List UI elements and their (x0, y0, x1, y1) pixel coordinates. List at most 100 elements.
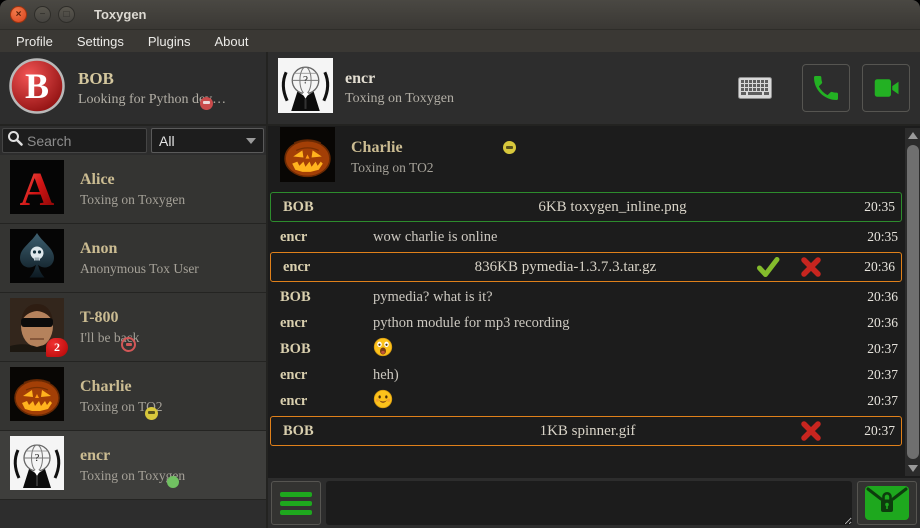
file-name: 1KB spinner.gif (376, 423, 799, 440)
contact-status-message: Toxing on Toxygen (80, 192, 185, 208)
message-sender: BOB (283, 423, 376, 440)
contact-name: encr (80, 447, 185, 465)
file-transfer-row: encr836KB pymedia-1.3.7.3.tar.gz 20:36 (270, 252, 902, 282)
menu-icon (280, 492, 312, 497)
contact-name: Alice (80, 171, 185, 189)
online-status-icon (167, 476, 179, 488)
menu-profile[interactable]: Profile (4, 34, 65, 49)
message-time: 20:36 (852, 315, 898, 331)
message-row: BOBpymedia? what is it?20:36 (268, 284, 904, 310)
message-row: encrpython module for mp3 recording20:36 (268, 310, 904, 336)
message-sender: encr (280, 315, 373, 332)
chat-peer-strip[interactable]: Charlie Toxing on TO2 (268, 126, 920, 188)
message-row: encrheh)20:37 (268, 362, 904, 388)
message-text: pymedia? what is it? (373, 289, 852, 306)
chat-menu-button[interactable] (271, 481, 321, 525)
svg-text:?: ? (303, 74, 308, 86)
video-call-button[interactable] (862, 64, 910, 112)
emoji-smile-icon (373, 389, 852, 414)
contact-row-charlie[interactable]: Charlie Toxing on TO2 (0, 362, 266, 431)
scrollbar-thumb[interactable] (907, 145, 919, 459)
sidebar: All A Alice Toxing on Toxygen Anon Anony… (0, 126, 268, 528)
message-row: encrwow charlie is online20:35 (268, 224, 904, 250)
contact-filter-value: All (159, 133, 175, 149)
menubar: ProfileSettingsPluginsAbout (0, 30, 920, 52)
menu-settings[interactable]: Settings (65, 34, 136, 49)
conversation-avatar: ? (278, 58, 333, 118)
message-sender: encr (280, 393, 373, 410)
message-list: BOB6KB toxygen_inline.png20:35encrwow ch… (268, 188, 920, 478)
self-profile-panel[interactable]: B BOB Looking for Python dev… (0, 52, 268, 124)
message-text: heh) (373, 367, 852, 384)
message-text: wow charlie is online (373, 229, 852, 246)
menu-about[interactable]: About (202, 34, 260, 49)
message-input[interactable] (326, 481, 852, 525)
composer-bar (268, 478, 920, 528)
accept-transfer-button[interactable] (755, 255, 781, 279)
chat-area: Charlie Toxing on TO2 BOB6KB toxygen_inl… (268, 126, 920, 528)
message-text: python module for mp3 recording (373, 315, 852, 332)
contact-name: Charlie (80, 378, 163, 396)
file-transfer-row: BOB6KB toxygen_inline.png20:35 (270, 192, 902, 222)
message-sender: encr (283, 259, 376, 276)
contact-row-alice[interactable]: A Alice Toxing on Toxygen (0, 155, 266, 224)
search-icon (7, 130, 23, 151)
svg-text:A: A (20, 163, 55, 214)
messages-scrollbar[interactable] (905, 128, 920, 476)
self-name: BOB (78, 69, 226, 89)
file-name: 6KB toxygen_inline.png (376, 199, 849, 216)
conversation-status-message: Toxing on Toxygen (345, 91, 454, 107)
contact-avatar: ? (10, 436, 64, 495)
chevron-down-icon (246, 138, 256, 144)
message-time: 20:37 (852, 393, 898, 409)
contact-avatar (10, 367, 64, 426)
contact-filter-dropdown[interactable]: All (151, 128, 264, 153)
message-time: 20:36 (849, 259, 895, 275)
search-box (2, 128, 147, 153)
maximize-button[interactable]: □ (58, 6, 75, 23)
contact-row-encr[interactable]: ? encr Toxing on Toxygen (0, 431, 266, 500)
message-time: 20:35 (852, 229, 898, 245)
decline-transfer-button[interactable] (799, 255, 823, 279)
titlebar[interactable]: × − □ Toxygen (0, 0, 920, 30)
message-sender: encr (280, 367, 373, 384)
unread-count-badge: 2 (46, 338, 68, 357)
minimize-button[interactable]: − (34, 6, 51, 23)
contact-name: Anon (80, 240, 199, 258)
menu-plugins[interactable]: Plugins (136, 34, 203, 49)
svg-text:B: B (25, 66, 49, 106)
scrollbar-up-arrow[interactable] (905, 128, 920, 143)
message-time: 20:37 (852, 367, 898, 383)
svg-text:?: ? (35, 452, 40, 464)
scrollbar-down-arrow[interactable] (905, 461, 920, 476)
message-time: 20:37 (852, 341, 898, 357)
contact-row-anon[interactable]: Anon Anonymous Tox User (0, 224, 266, 293)
message-sender: BOB (280, 289, 373, 306)
audio-call-button[interactable] (802, 64, 850, 112)
emoji-surprised-icon (373, 337, 852, 362)
send-encrypted-button[interactable] (857, 481, 917, 525)
header-row: B BOB Looking for Python dev… ? encr Tox… (0, 52, 920, 126)
message-sender: encr (280, 229, 373, 246)
chat-peer-away-status-icon (503, 141, 516, 154)
chat-peer-status-message: Toxing on TO2 (351, 160, 516, 176)
file-name: 836KB pymedia-1.3.7.3.tar.gz (376, 259, 755, 276)
message-row: encr 20:37 (268, 388, 904, 414)
close-button[interactable]: × (10, 6, 27, 23)
message-time: 20:37 (849, 423, 895, 439)
toxygen-window: × − □ Toxygen ProfileSettingsPluginsAbou… (0, 0, 920, 528)
contact-row-t-800[interactable]: T-800 I'll be back2 (0, 293, 266, 362)
decline-transfer-button[interactable] (799, 419, 823, 443)
contact-status-message: Anonymous Tox User (80, 261, 199, 277)
message-time: 20:35 (849, 199, 895, 215)
keyboard-icon[interactable] (738, 77, 772, 99)
conversation-header: ? encr Toxing on Toxygen (268, 52, 920, 124)
contact-name: T-800 (80, 309, 139, 327)
away-status-icon (145, 407, 158, 420)
chat-peer-avatar (280, 127, 335, 187)
contact-avatar: A (10, 160, 64, 219)
self-busy-status-icon (200, 97, 213, 110)
busy-ring-status-icon (121, 337, 136, 352)
conversation-name: encr (345, 70, 454, 88)
search-input[interactable] (27, 133, 127, 149)
